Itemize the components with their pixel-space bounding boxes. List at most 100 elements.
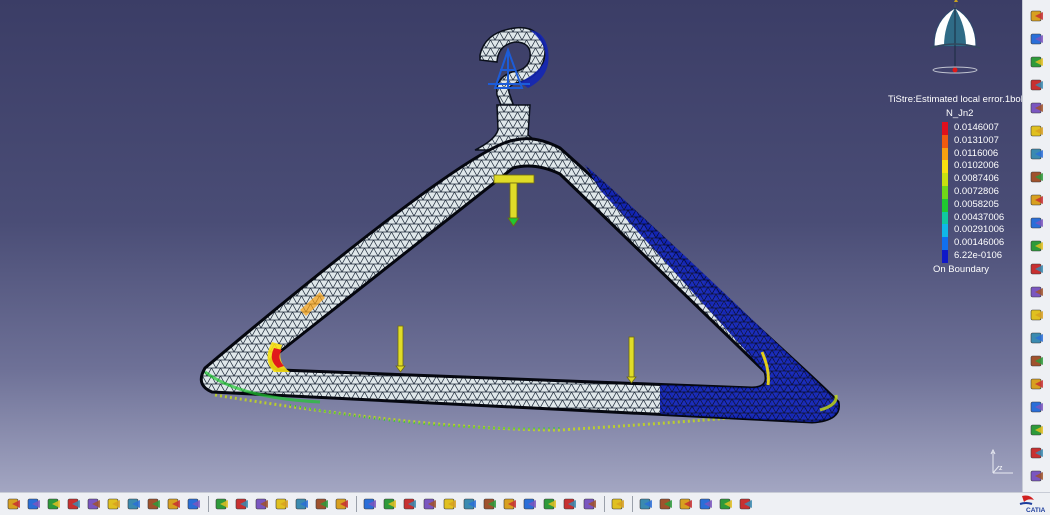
fit-all-icon[interactable]: [382, 496, 397, 511]
shading-icon[interactable]: [542, 496, 557, 511]
knowledge-icon[interactable]: [698, 496, 713, 511]
compass-icon[interactable]: [920, 0, 990, 78]
legend-entry: 0.0116006: [942, 147, 1004, 161]
catalog-icon[interactable]: [638, 496, 653, 511]
beam-icon[interactable]: [1029, 399, 1045, 415]
design-table-icon[interactable]: [678, 496, 693, 511]
navigator-icon[interactable]: [610, 496, 625, 511]
new-icon[interactable]: [6, 496, 21, 511]
hanger-mesh-model[interactable]: [0, 0, 1022, 492]
beam-icon[interactable]: [1029, 445, 1045, 461]
legend-entry-label: 0.00146006: [954, 237, 1005, 249]
copy-icon[interactable]: [106, 496, 121, 511]
bolt-icon[interactable]: [1029, 146, 1045, 162]
mesh-icon[interactable]: [1029, 54, 1045, 70]
legend-entry-label: 0.00291006: [954, 224, 1005, 236]
check-icon[interactable]: [718, 496, 733, 511]
print-icon[interactable]: [66, 496, 81, 511]
table-icon[interactable]: [274, 496, 289, 511]
traffic-light-icon[interactable]: [1029, 169, 1045, 185]
rotate-icon[interactable]: [422, 496, 437, 511]
beam-icon[interactable]: [1029, 376, 1045, 392]
whats-this-icon[interactable]: [186, 496, 201, 511]
legend-entry: 0.0087406: [942, 173, 1004, 186]
comment-icon[interactable]: [234, 496, 249, 511]
beam-icon[interactable]: [1029, 468, 1045, 484]
legend-entry: 0.0102006: [942, 160, 1004, 174]
beam-icon[interactable]: [1029, 330, 1045, 346]
beam-icon[interactable]: [1029, 353, 1045, 369]
legend-swatch: [942, 224, 948, 238]
legend-unit: N_Jn2: [946, 108, 974, 119]
pan-icon[interactable]: [402, 496, 417, 511]
open-icon[interactable]: [26, 496, 41, 511]
law-icon[interactable]: [334, 496, 349, 511]
legend-entry: 0.00146006: [942, 237, 1004, 250]
legend-swatch: [942, 237, 948, 250]
select-arrow-icon[interactable]: [1029, 31, 1045, 47]
multi-view-icon[interactable]: [502, 496, 517, 511]
paste-icon[interactable]: [126, 496, 141, 511]
legend-entry: 6.22e-0106: [942, 249, 1004, 263]
distributed-load-arrow: [493, 174, 535, 227]
parts-icon[interactable]: [658, 496, 673, 511]
robot-icon[interactable]: [1029, 307, 1045, 323]
analysis-icon[interactable]: [738, 496, 753, 511]
legend-entry-label: 0.0102006: [954, 160, 999, 172]
tree-icon[interactable]: [294, 496, 309, 511]
legend-entry-label: 0.0131007: [954, 134, 999, 146]
legend-entry: 0.0058205: [942, 198, 1004, 212]
legend-entry-label: 0.0072806: [954, 185, 999, 197]
legend-swatch: [942, 249, 948, 263]
hide-show-icon[interactable]: [562, 496, 577, 511]
3d-viewport[interactable]: TiStre:Estimated local error.1bol. N_Jn2…: [0, 0, 1022, 492]
legend-entry-label: 0.0146007: [954, 122, 999, 133]
axis-triad-icon: z: [990, 448, 1013, 474]
fly-mode-icon[interactable]: [362, 496, 377, 511]
robot-icon[interactable]: [1029, 284, 1045, 300]
swap-icon[interactable]: [582, 496, 597, 511]
robot-icon[interactable]: [1029, 261, 1045, 277]
robot-icon[interactable]: [1029, 215, 1045, 231]
toolbar-separator: [356, 496, 357, 512]
iso-view-icon[interactable]: [522, 496, 537, 511]
measure-icon[interactable]: [1029, 8, 1045, 24]
toolbar-separator: [604, 496, 605, 512]
sphere-icon[interactable]: [1029, 192, 1045, 208]
right-toolbar: [1022, 0, 1050, 492]
legend-entry: 0.00437006: [942, 211, 1005, 225]
svg-text:z: z: [999, 465, 1003, 472]
cube-icon[interactable]: [1029, 77, 1045, 93]
zoom-out-icon[interactable]: [462, 496, 477, 511]
link-icon[interactable]: [254, 496, 269, 511]
legend-entry-label: 0.00437006: [954, 211, 1005, 223]
legend-entry-label: 0.0058205: [954, 198, 999, 210]
legend-swatch: [942, 147, 948, 161]
zoom-in-icon[interactable]: [442, 496, 457, 511]
catia-logo-text: CATIA: [1026, 507, 1046, 514]
bottom-toolbar: [0, 492, 1050, 515]
normal-view-icon[interactable]: [482, 496, 497, 511]
cut-icon[interactable]: [86, 496, 101, 511]
legend-swatch: [942, 160, 948, 174]
robot-icon[interactable]: [1029, 238, 1045, 254]
beam-icon[interactable]: [1029, 422, 1045, 438]
legend-entry-label: 0.0087406: [954, 173, 999, 185]
hook-mesh: [479, 26, 546, 111]
legend-title: TiStre:Estimated local error.1bol.: [888, 94, 1022, 105]
legend-swatch: [942, 211, 948, 225]
plate-icon[interactable]: [1029, 123, 1045, 139]
redo-icon[interactable]: [166, 496, 181, 511]
catia-logo: CATIA: [1019, 495, 1046, 514]
surface-icon[interactable]: [1029, 100, 1045, 116]
legend-swatch: [942, 173, 948, 186]
save-icon[interactable]: [46, 496, 61, 511]
undo-icon[interactable]: [146, 496, 161, 511]
toolbar-separator: [632, 496, 633, 512]
bolt-icon[interactable]: [314, 496, 329, 511]
load-arrow-left: [395, 325, 406, 373]
legend-entry: 0.0146007: [942, 122, 1004, 135]
legend-entry-label: 0.0116006: [954, 147, 999, 159]
formula-icon[interactable]: [214, 496, 229, 511]
legend-swatch: [942, 198, 948, 212]
